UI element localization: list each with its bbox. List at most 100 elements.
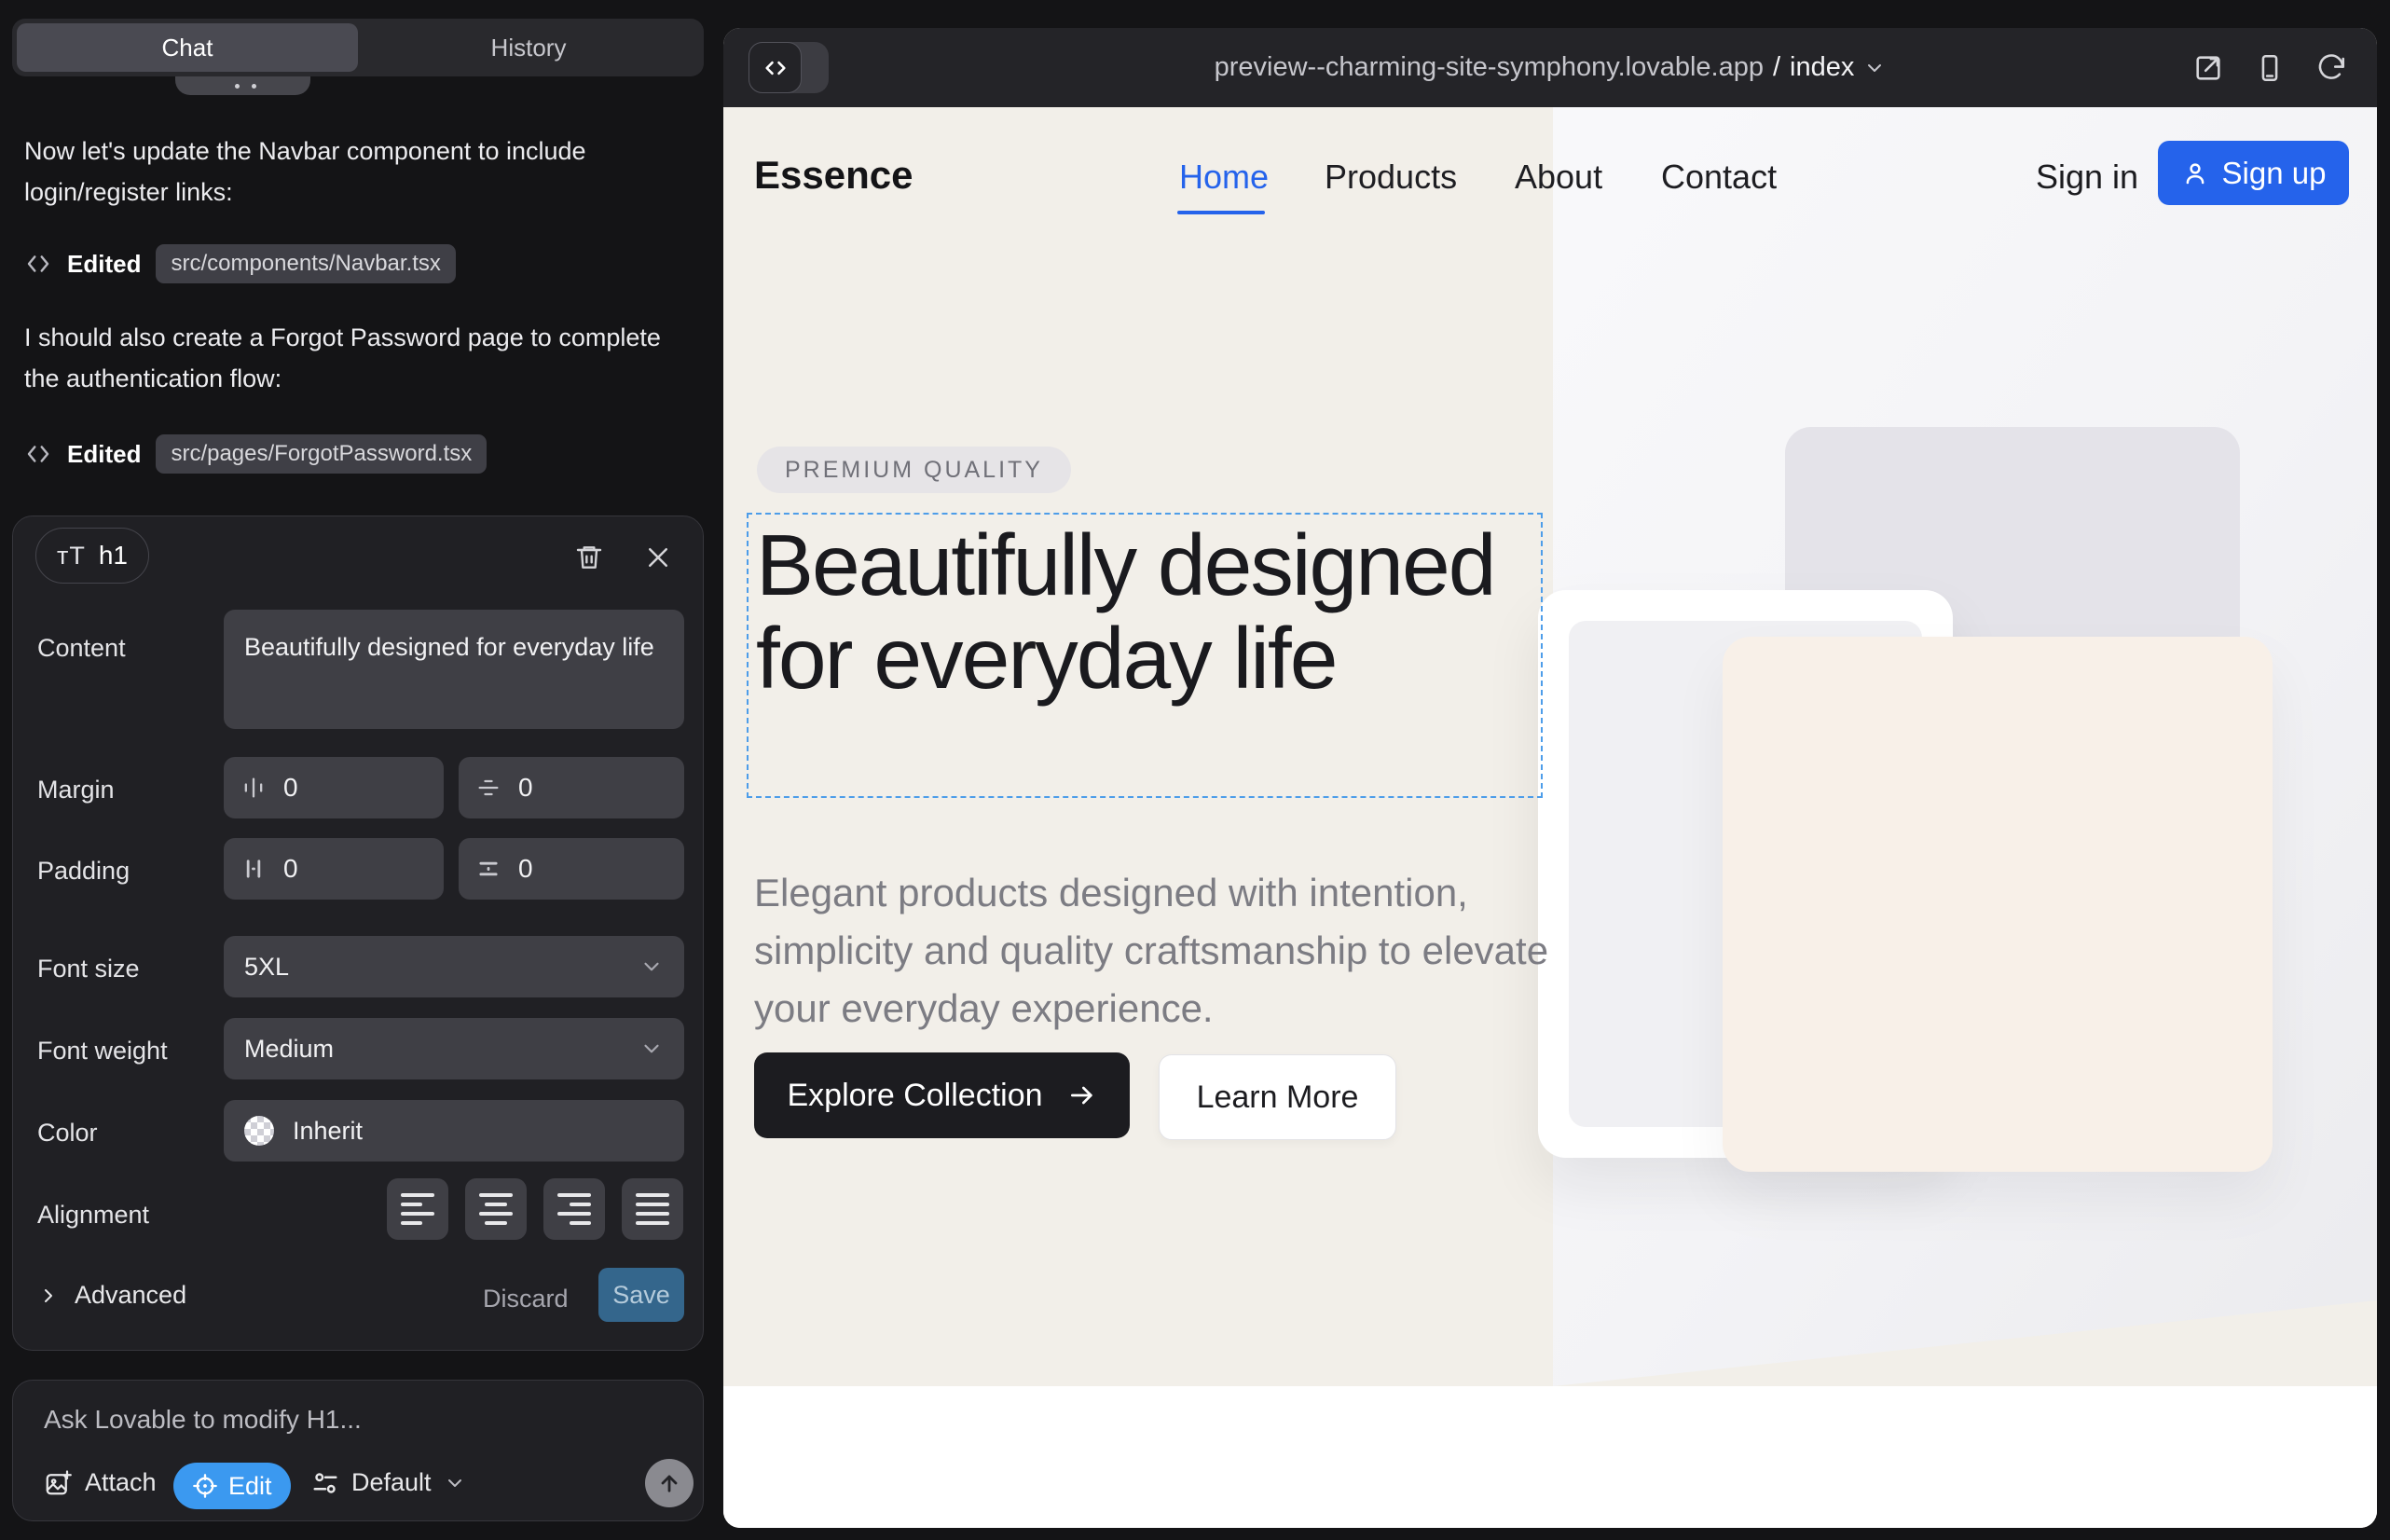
trash-icon (574, 543, 604, 572)
tab-history[interactable]: History (358, 23, 699, 72)
chat-history-tabbar: Chat History (12, 19, 704, 76)
delete-element-button[interactable] (570, 539, 608, 576)
url-breadcrumb[interactable]: preview--charming-site-symphony.lovable.… (1215, 52, 1887, 83)
element-editor-panel: тT h1 Content Beautifully designed for e… (12, 516, 704, 1351)
align-center-button[interactable] (465, 1178, 527, 1240)
align-right-icon (557, 1193, 591, 1197)
user-icon (2181, 159, 2209, 187)
color-select[interactable]: Inherit (224, 1100, 684, 1162)
preview-pane: preview--charming-site-symphony.lovable.… (723, 28, 2377, 1528)
padding-x-input[interactable]: 0 (224, 838, 444, 900)
align-left-button[interactable] (387, 1178, 448, 1240)
element-tag: h1 (99, 541, 128, 571)
refresh-button[interactable] (2315, 52, 2347, 84)
smartphone-icon (2254, 52, 2286, 84)
external-link-icon (2192, 52, 2224, 84)
open-external-button[interactable] (2192, 52, 2224, 84)
attach-button[interactable]: Attach (44, 1468, 157, 1497)
align-left-icon (401, 1193, 434, 1197)
discard-button[interactable]: Discard (483, 1285, 569, 1313)
edit-mode-button[interactable]: Edit (173, 1463, 291, 1509)
font-weight-select[interactable]: Medium (224, 1018, 684, 1079)
nav-link-about[interactable]: About (1515, 158, 1602, 197)
content-input[interactable]: Beautifully designed for everyday life (224, 610, 684, 729)
align-right-button[interactable] (543, 1178, 605, 1240)
url-page: index (1790, 52, 1854, 83)
code-icon (749, 42, 802, 93)
margin-label: Margin (37, 776, 115, 804)
nav-link-products[interactable]: Products (1325, 158, 1457, 197)
send-button[interactable] (645, 1459, 694, 1507)
tab-chat[interactable]: Chat (17, 23, 358, 72)
chevron-down-icon (444, 1472, 466, 1494)
chat-message: Now let's update the Navbar component to… (24, 131, 667, 213)
learn-more-button[interactable]: Learn More (1159, 1054, 1396, 1140)
url-host: preview--charming-site-symphony.lovable.… (1215, 52, 1764, 83)
nav-active-indicator (1177, 211, 1265, 214)
sign-up-button[interactable]: Sign up (2158, 141, 2349, 205)
premium-quality-badge: PREMIUM QUALITY (757, 447, 1071, 493)
close-editor-button[interactable] (639, 539, 677, 576)
margin-x-icon (240, 775, 267, 801)
font-size-label: Font size (37, 955, 140, 983)
preview-toolbar: preview--charming-site-symphony.lovable.… (723, 28, 2377, 107)
arrow-up-icon (656, 1470, 682, 1496)
save-button[interactable]: Save (598, 1268, 684, 1322)
close-icon (644, 543, 672, 571)
advanced-toggle[interactable]: Advanced (37, 1281, 186, 1310)
margin-y-icon (475, 775, 501, 801)
sign-in-link[interactable]: Sign in (2036, 158, 2138, 197)
hero-headline[interactable]: Beautifully designed for everyday life (749, 515, 1541, 705)
edited-label: Edited (67, 440, 141, 469)
element-tag-badge[interactable]: тT h1 (35, 528, 149, 584)
crosshair-icon (192, 1473, 218, 1499)
text-type-icon: тT (57, 542, 86, 571)
margin-y-input[interactable]: 0 (459, 757, 684, 818)
arrow-right-icon (1067, 1080, 1097, 1110)
padding-y-input[interactable]: 0 (459, 838, 684, 900)
selection-outline: Beautifully designed for everyday life (747, 513, 1543, 798)
margin-x-input[interactable]: 0 (224, 757, 444, 818)
font-size-select[interactable]: 5XL (224, 936, 684, 997)
content-label: Content (37, 634, 126, 663)
chevron-right-icon (37, 1285, 60, 1307)
decor-card-cream (1723, 637, 2273, 1172)
refresh-icon (2315, 52, 2347, 84)
color-label: Color (37, 1119, 98, 1148)
hero-subtext[interactable]: Elegant products designed with intention… (754, 864, 1602, 1038)
nav-link-home[interactable]: Home (1179, 158, 1269, 197)
next-section (723, 1386, 2377, 1528)
code-preview-toggle[interactable] (749, 42, 829, 93)
site-canvas: Essence Home Products About Contact Sign… (723, 107, 2377, 1528)
file-chip[interactable]: src/pages/ForgotPassword.tsx (156, 434, 487, 474)
code-icon (24, 250, 52, 278)
sliders-icon (311, 1469, 339, 1497)
code-icon (24, 440, 52, 468)
nav-link-contact[interactable]: Contact (1661, 158, 1777, 197)
chevron-down-icon (1863, 57, 1886, 79)
padding-y-icon (475, 856, 501, 882)
padding-label: Padding (37, 857, 130, 886)
align-center-icon (479, 1193, 513, 1197)
padding-x-icon (240, 856, 267, 882)
align-justify-button[interactable] (622, 1178, 683, 1240)
mobile-view-button[interactable] (2254, 52, 2286, 84)
alignment-label: Alignment (37, 1201, 149, 1230)
align-justify-icon (636, 1193, 669, 1197)
site-logo[interactable]: Essence (754, 153, 913, 198)
chat-message: I should also create a Forgot Password p… (24, 317, 667, 399)
attach-image-icon (44, 1469, 72, 1497)
chevron-down-icon (639, 1037, 664, 1061)
model-selector[interactable]: Default (311, 1468, 466, 1497)
composer-input[interactable]: Ask Lovable to modify H1... (44, 1405, 362, 1435)
file-chip[interactable]: src/components/Navbar.tsx (156, 244, 455, 283)
font-weight-label: Font weight (37, 1037, 168, 1066)
edited-label: Edited (67, 250, 141, 279)
color-swatch (244, 1116, 274, 1146)
edited-file-row: Edited src/pages/ForgotPassword.tsx (24, 433, 487, 475)
chat-composer: Ask Lovable to modify H1... Attach Edit … (12, 1380, 704, 1521)
explore-collection-button[interactable]: Explore Collection (754, 1052, 1130, 1138)
edited-file-row: Edited src/components/Navbar.tsx (24, 242, 456, 285)
chevron-down-icon (639, 955, 664, 979)
url-separator: / (1773, 52, 1780, 83)
